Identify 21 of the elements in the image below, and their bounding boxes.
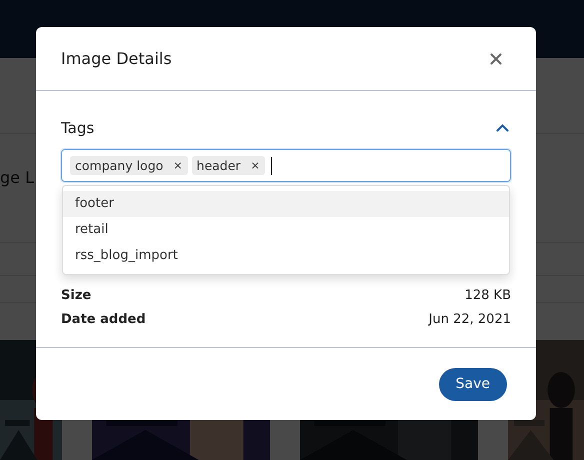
close-button[interactable]	[488, 50, 504, 66]
detail-value: 128 KB	[464, 288, 511, 302]
suggestion-item[interactable]: retail	[63, 217, 509, 243]
page-heading: ge L	[0, 168, 34, 187]
text-cursor	[270, 156, 272, 174]
chevron-up-icon	[496, 124, 509, 132]
detail-label: Size	[61, 288, 92, 302]
section-label: Tags	[61, 119, 94, 137]
save-button[interactable]: Save	[438, 368, 507, 400]
detail-value: Jun 22, 2021	[428, 312, 511, 326]
suggestion-item[interactable]: rss_blog_import	[63, 243, 509, 269]
tag-label: company logo	[75, 158, 164, 173]
collapse-button[interactable]	[494, 122, 511, 134]
remove-tag-button[interactable]: ×	[250, 159, 260, 172]
tag-label: header	[196, 158, 241, 173]
remove-tag-button[interactable]: ×	[173, 159, 183, 172]
tag-input-field[interactable]: company logo × header ×	[61, 149, 511, 182]
dialog-title: Image Details	[61, 49, 172, 68]
suggestion-item[interactable]: footer	[63, 191, 509, 217]
detail-label: Date added	[61, 312, 146, 326]
close-icon	[490, 52, 502, 64]
